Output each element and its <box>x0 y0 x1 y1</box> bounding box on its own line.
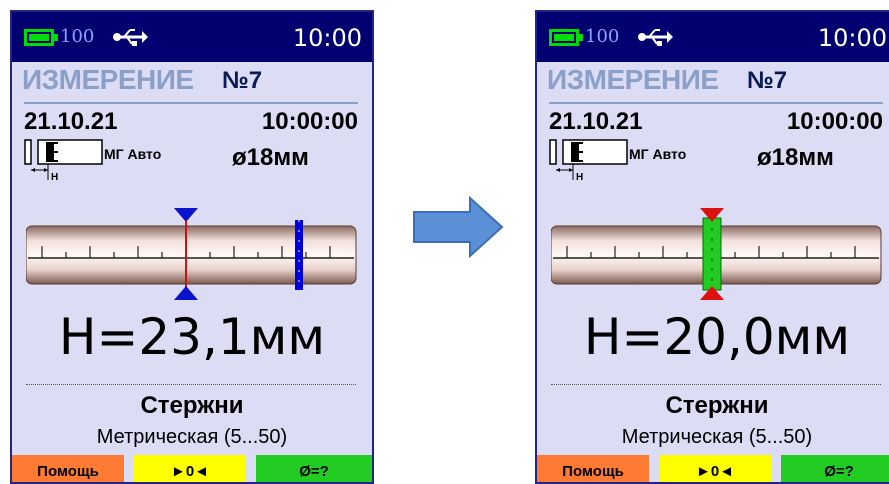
softkey-bar: Помощь ►0◄ Ø=? <box>12 455 372 482</box>
usb-icon <box>113 29 148 46</box>
diameter-button[interactable]: Ø=? <box>256 455 372 482</box>
object-category: Стержни <box>665 392 769 419</box>
measurement-time: 10:00:00 <box>786 108 883 135</box>
sensor-label: Н <box>51 172 58 182</box>
status-bar: 100 10:00 <box>537 12 889 62</box>
zero-button[interactable]: ►0◄ <box>659 455 771 482</box>
clock: 10:00 <box>817 24 887 52</box>
sensor-depth-icon: Н <box>24 139 103 182</box>
battery-tip <box>579 34 583 41</box>
measurement-time: 10:00:00 <box>261 108 358 135</box>
rebar-diameter: ø18мм <box>757 144 834 171</box>
measurement-number: №7 <box>747 67 788 94</box>
battery-tip <box>54 34 58 41</box>
diameter-button[interactable]: Ø=? <box>781 455 889 482</box>
depth-reading: Н=20,0мм <box>583 308 851 366</box>
depth-scale <box>26 208 357 300</box>
zero-button[interactable]: ►0◄ <box>134 455 246 482</box>
rebar-bar-marker <box>295 220 303 290</box>
rebar-type: Метрическая (5...50) <box>621 426 813 448</box>
rebar-diameter: ø18мм <box>232 144 309 171</box>
device-screen-before: 100 10:00 ИЗМЕРЕНИЕ №7 21.10.21 10:00:00… <box>10 10 374 484</box>
measurement-date: 21.10.21 <box>549 108 643 135</box>
measurement-date: 21.10.21 <box>24 108 118 135</box>
depth-reading: Н=23,1мм <box>58 308 326 366</box>
measurement-title: ИЗМЕРЕНИЕ <box>22 64 194 95</box>
clock: 10:00 <box>292 24 362 52</box>
usb-icon <box>638 29 673 46</box>
sensor-label: Н <box>576 172 583 182</box>
device-screen-after: 100 10:00 ИЗМЕРЕНИЕ №7 21.10.21 10:00:00… <box>535 10 889 484</box>
status-bar: 100 10:00 <box>12 12 372 62</box>
mode-label: МГ Авто <box>629 146 687 162</box>
reading-divider <box>26 384 356 385</box>
arrow-right-icon <box>413 196 504 258</box>
rebar-type: Метрическая (5...50) <box>96 426 288 448</box>
measurement-title: ИЗМЕРЕНИЕ <box>547 64 719 95</box>
object-category: Стержни <box>140 392 244 419</box>
sensor-depth-icon: Н <box>549 139 628 182</box>
help-button[interactable]: Помощь <box>12 455 124 482</box>
rebar-bar-marker <box>702 217 722 291</box>
help-button[interactable]: Помощь <box>537 455 649 482</box>
reading-divider <box>551 384 881 385</box>
depth-scale <box>551 208 882 300</box>
battery-level: 100 <box>60 26 95 47</box>
battery-icon <box>549 29 579 46</box>
title-divider <box>549 102 883 104</box>
measurement-number: №7 <box>222 67 263 94</box>
battery-icon <box>24 29 54 46</box>
softkey-bar: Помощь ►0◄ Ø=? <box>537 455 889 482</box>
battery-level: 100 <box>585 26 620 47</box>
title-divider <box>24 102 358 104</box>
mode-label: МГ Авто <box>104 146 162 162</box>
